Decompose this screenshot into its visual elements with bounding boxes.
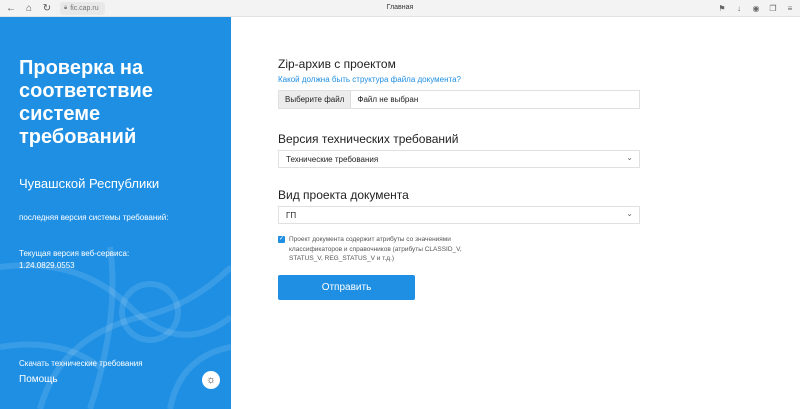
home-icon[interactable]: ⌂ [22, 1, 36, 15]
version-label: Версия технических требований [278, 132, 459, 146]
upload-form: Zip-архив с проектом Какой должна быть с… [231, 17, 800, 409]
version-select[interactable]: Технические требования ⌄ [278, 150, 640, 168]
back-icon[interactable]: ← [4, 1, 18, 15]
sidebar-subtitle: Чувашской Республики [19, 176, 160, 191]
sidebar: Проверка на соответствие системе требова… [0, 17, 231, 409]
download-icon[interactable]: ↓ [733, 2, 745, 14]
file-structure-link[interactable]: Какой должна быть структура файла докуме… [278, 75, 461, 84]
url-text: fic.cap.ru [70, 4, 99, 12]
choose-file-button[interactable]: Выберите файл [279, 91, 352, 108]
address-bar[interactable]: 🔒︎ fic.cap.ru [60, 1, 105, 15]
doc-type-label: Вид проекта документа [278, 188, 409, 202]
current-version-number: 1.24.0829.0553 [19, 261, 75, 270]
theme-toggle-button[interactable]: ☼ [202, 371, 220, 389]
version-select-value: Технические требования [286, 154, 379, 164]
file-status: Файл не выбран [357, 95, 419, 104]
attributes-checkbox-label: Проект документа содержит атрибуты со зн… [289, 236, 462, 262]
sidebar-title: Проверка на соответствие системе требова… [19, 57, 153, 148]
bookmark-icon[interactable]: ⚑ [716, 2, 728, 14]
doc-type-select-value: ГП [286, 210, 297, 220]
browser-toolbar: ← ⌂ ↻ 🔒︎ fic.cap.ru Главная ⚑ ↓ ◉ ❐ ≡ [0, 0, 800, 17]
sun-icon: ☼ [205, 374, 217, 386]
help-link[interactable]: Помощь [19, 374, 58, 385]
file-input[interactable]: Выберите файл Файл не выбран [278, 90, 640, 109]
menu-icon[interactable]: ≡ [784, 2, 796, 14]
current-version-label: Текущая версия веб-сервиса: [19, 249, 130, 258]
current-version: Текущая версия веб-сервиса: 1.24.0829.05… [19, 248, 129, 272]
lock-icon: 🔒︎ [64, 4, 68, 11]
doc-type-select[interactable]: ГП ⌄ [278, 206, 640, 224]
attributes-checkbox-row[interactable]: ✓ Проект документа содержит атрибуты со … [278, 235, 489, 264]
tabs-icon[interactable]: ❐ [767, 2, 779, 14]
last-version-label: последняя версия системы требований: [19, 213, 169, 222]
chevron-down-icon: ⌄ [626, 153, 633, 162]
chevron-down-icon: ⌄ [626, 209, 633, 218]
tab-title: Главная [386, 4, 414, 11]
reload-icon[interactable]: ↻ [40, 1, 54, 15]
download-requirements-link[interactable]: Скачать технические требования [19, 359, 143, 368]
extension-icon[interactable]: ◉ [750, 2, 762, 14]
attributes-checkbox[interactable]: ✓ [278, 236, 285, 243]
zip-archive-label: Zip-архив с проектом [278, 57, 396, 71]
submit-button[interactable]: Отправить [278, 275, 415, 300]
